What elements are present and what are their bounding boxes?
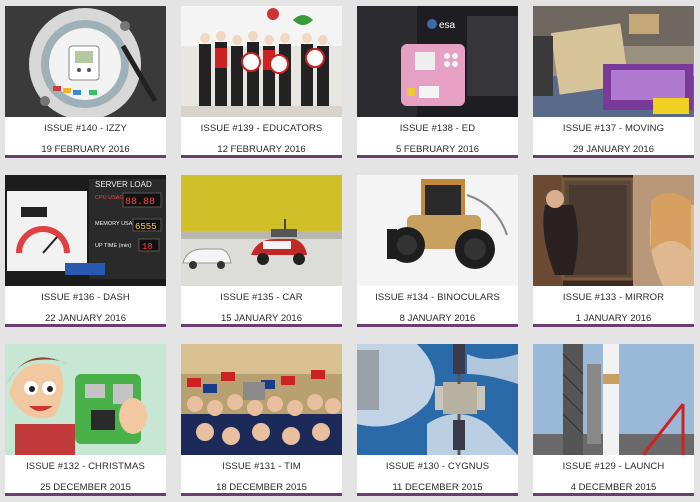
issue-title[interactable]: ISSUE #133 - MIRROR — [533, 292, 694, 303]
issue-date: 22 JANUARY 2016 — [45, 313, 126, 324]
issue-thumbnail[interactable] — [533, 175, 694, 286]
issue-card[interactable]: SERVER LOAD CPU USAGE 88.88 MEMORY USAGE… — [5, 175, 166, 327]
issue-title[interactable]: ISSUE #132 - CHRISTMAS — [5, 461, 166, 472]
issue-title[interactable]: ISSUE #131 - TIM — [181, 461, 342, 472]
issue-title[interactable]: ISSUE #136 - DASH — [5, 292, 166, 303]
issue-title[interactable]: ISSUE #135 - CAR — [181, 292, 342, 303]
server-load-label: SERVER LOAD — [95, 180, 152, 189]
issue-title[interactable]: ISSUE #129 - LAUNCH — [533, 461, 694, 472]
issue-title[interactable]: ISSUE #130 - CYGNUS — [357, 461, 518, 472]
issue-thumbnail[interactable] — [181, 175, 342, 286]
issue-card[interactable]: ISSUE #135 - CAR 15 JANUARY 2016 — [181, 175, 342, 327]
esa-logo: esa — [439, 20, 456, 31]
issue-thumbnail[interactable] — [357, 344, 518, 455]
issue-date: 5 FEBRUARY 2016 — [395, 144, 480, 155]
issue-thumbnail[interactable] — [181, 6, 342, 117]
issue-thumbnail[interactable] — [533, 344, 694, 455]
issue-thumbnail[interactable]: SERVER LOAD CPU USAGE 88.88 MEMORY USAGE… — [5, 175, 166, 286]
issue-date: 19 FEBRUARY 2016 — [41, 144, 130, 155]
issue-card[interactable]: ISSUE #140 - IZZY 19 FEBRUARY 2016 — [5, 6, 166, 158]
issue-card[interactable]: ISSUE #132 - CHRISTMAS 25 DECEMBER 2015 — [5, 344, 166, 496]
issue-thumbnail[interactable] — [357, 175, 518, 286]
issue-card[interactable]: ISSUE #134 - BINOCULARS 8 JANUARY 2016 — [357, 175, 518, 327]
issue-title[interactable]: ISSUE #140 - IZZY — [5, 123, 166, 134]
issue-thumbnail[interactable]: esa — [357, 6, 518, 117]
issue-card[interactable]: ISSUE #137 - MOVING 29 JANUARY 2016 — [533, 6, 694, 158]
issue-thumbnail[interactable] — [5, 344, 166, 455]
cpu-readout: 88.88 — [125, 197, 155, 208]
issues-grid: ISSUE #140 - IZZY 19 FEBRUARY 2016 ISSUE… — [0, 0, 700, 502]
issue-title[interactable]: ISSUE #137 - MOVING — [533, 123, 694, 134]
issue-date: 11 DECEMBER 2015 — [392, 482, 483, 493]
issue-date: 25 DECEMBER 2015 — [40, 482, 131, 493]
issue-thumbnail[interactable] — [5, 6, 166, 117]
memory-readout: 6555 — [135, 222, 157, 232]
issue-title[interactable]: ISSUE #138 - ED — [357, 123, 518, 134]
issue-card[interactable]: esa ISSUE #138 - ED 5 FEBRUARY 2016 — [357, 6, 518, 158]
issue-title[interactable]: ISSUE #139 - EDUCATORS — [181, 123, 342, 134]
issue-date: 18 DECEMBER 2015 — [216, 482, 307, 493]
issue-date: 29 JANUARY 2016 — [573, 144, 654, 155]
issue-date: 4 DECEMBER 2015 — [570, 482, 657, 493]
issue-card[interactable]: ISSUE #133 - MIRROR 1 JANUARY 2016 — [533, 175, 694, 327]
issue-date: 12 FEBRUARY 2016 — [217, 144, 306, 155]
issue-date: 1 JANUARY 2016 — [575, 313, 652, 324]
issue-card[interactable]: ISSUE #130 - CYGNUS 11 DECEMBER 2015 — [357, 344, 518, 496]
up-time-label: UP TIME (min) — [95, 243, 131, 249]
up-time-readout: 18 — [142, 242, 153, 252]
issue-card[interactable]: ISSUE #129 - LAUNCH 4 DECEMBER 2015 — [533, 344, 694, 496]
issue-date: 8 JANUARY 2016 — [399, 313, 476, 324]
issue-card[interactable]: ISSUE #139 - EDUCATORS 12 FEBRUARY 2016 — [181, 6, 342, 158]
issue-card[interactable]: ISSUE #131 - TIM 18 DECEMBER 2015 — [181, 344, 342, 496]
issue-thumbnail[interactable] — [533, 6, 694, 117]
issue-title[interactable]: ISSUE #134 - BINOCULARS — [357, 292, 518, 303]
issue-thumbnail[interactable] — [181, 344, 342, 455]
issue-date: 15 JANUARY 2016 — [221, 313, 302, 324]
